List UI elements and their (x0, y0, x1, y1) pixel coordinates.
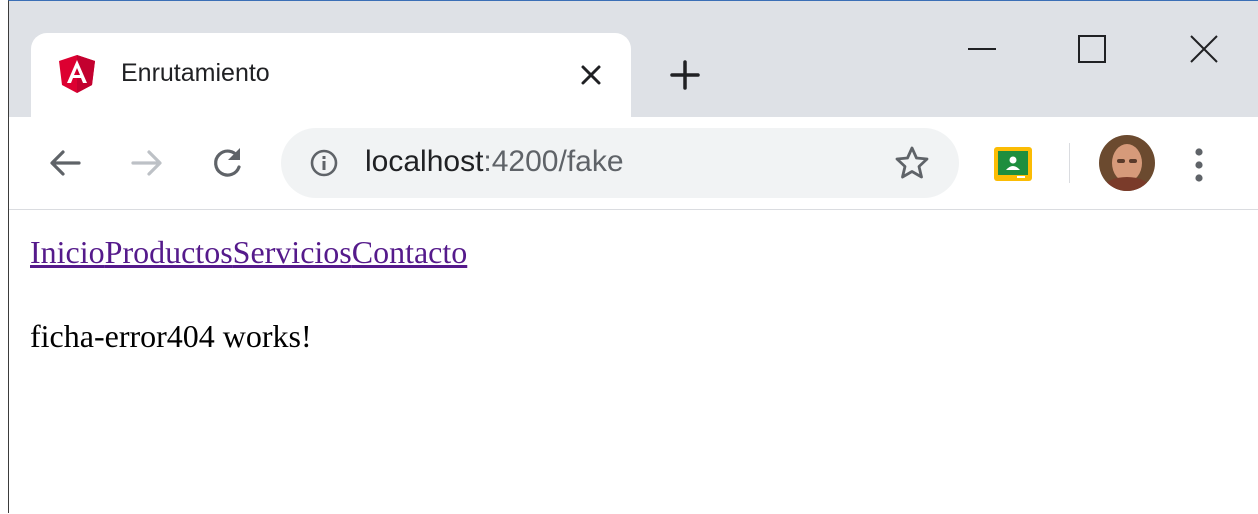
minimize-icon[interactable] (964, 31, 1000, 67)
angular-icon (59, 55, 95, 93)
nav-link-servicios[interactable]: Servicios (233, 234, 352, 270)
profile-avatar[interactable] (1099, 135, 1155, 191)
nav-links: InicioProductosServiciosContacto (30, 234, 467, 271)
nav-link-contacto[interactable]: Contacto (352, 234, 468, 270)
info-icon[interactable] (309, 148, 339, 178)
title-bar: Enrutamiento (9, 1, 1258, 119)
tab-title: Enrutamiento (121, 59, 270, 87)
page-content: InicioProductosServiciosContacto ficha-e… (9, 210, 1258, 514)
url-text[interactable]: localhost:4200/fake (365, 145, 624, 179)
google-classroom-icon[interactable] (993, 146, 1033, 182)
close-window-icon[interactable] (1186, 31, 1222, 67)
reload-icon[interactable] (207, 143, 247, 183)
error404-message: ficha-error404 works! (30, 318, 312, 354)
back-icon[interactable] (45, 143, 85, 183)
nav-link-inicio[interactable]: Inicio (30, 234, 105, 270)
browser-window: Enrutamiento localhost:4200/fake InicioP… (8, 0, 1258, 513)
address-bar[interactable]: localhost:4200/fake (281, 128, 959, 198)
more-options-icon[interactable] (1192, 145, 1206, 185)
maximize-icon[interactable] (1074, 31, 1110, 67)
toolbar-separator (1069, 143, 1070, 183)
url-host: localhost (365, 145, 484, 178)
forward-icon[interactable] (127, 143, 167, 183)
bookmark-star-icon[interactable] (893, 144, 931, 182)
tab-active[interactable]: Enrutamiento (31, 33, 631, 119)
url-port-path: :4200/fake (483, 145, 624, 178)
nav-link-productos[interactable]: Productos (105, 234, 233, 270)
new-tab-icon[interactable] (669, 59, 701, 91)
close-tab-icon[interactable] (579, 63, 603, 87)
browser-toolbar: localhost:4200/fake (9, 117, 1258, 210)
avatar-image (1099, 135, 1155, 191)
